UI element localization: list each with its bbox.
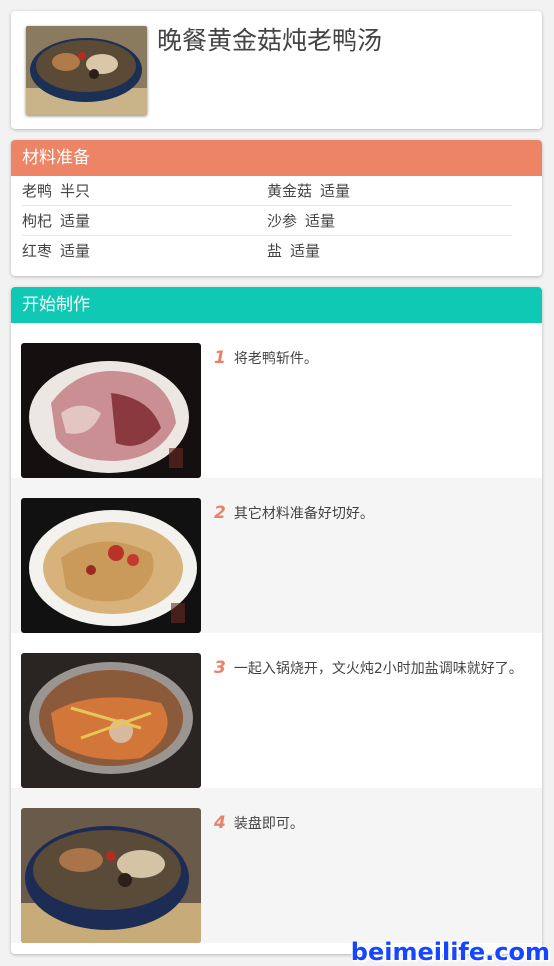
ingredient-name: 老鸭 — [22, 182, 53, 200]
step-number: 2 — [214, 503, 226, 523]
ingredient-name: 黄金菇 — [267, 182, 313, 200]
ingredient-qty: 适量 — [60, 242, 91, 260]
ingredient-item: 老鸭 半只 — [22, 180, 267, 201]
site-watermark: beimeilife.com — [350, 938, 550, 966]
step-number: 3 — [214, 658, 226, 678]
ingredient-item: 盐适量 — [267, 240, 512, 261]
step-description: 3 一起入锅烧开，文火炖2小时加盐调味就好了。 — [214, 657, 528, 680]
step-photo[interactable] — [21, 343, 201, 478]
ingredient-name: 枸杞 — [22, 212, 53, 230]
steps-header: 开始制作 — [11, 287, 542, 323]
ingredient-name: 红枣 — [22, 242, 53, 260]
ingredient-row: 老鸭 半只 黄金菇 适量 — [22, 176, 512, 206]
step-photo[interactable] — [21, 653, 201, 788]
ingredient-name: 盐 — [267, 242, 283, 260]
recipe-title: 晚餐黄金菇炖老鸭汤 — [157, 26, 383, 55]
step-text: 一起入锅烧开，文火炖2小时加盐调味就好了。 — [233, 661, 523, 677]
ingredient-qty: 适量 — [290, 242, 321, 260]
step-item: 3 一起入锅烧开，文火炖2小时加盐调味就好了。 — [11, 633, 542, 788]
ingredient-qty: 适量 — [305, 212, 336, 230]
steps-list: 1 将老鸭斩件。 2 其它材料准备好切好。 3 一起入锅烧开，文火炖2小时加盐调… — [11, 323, 542, 943]
step-text: 将老鸭斩件。 — [233, 351, 318, 367]
ingredient-row: 红枣 适量 盐适量 — [22, 236, 512, 265]
recipe-thumbnail[interactable] — [26, 26, 147, 115]
ingredient-row: 枸杞 适量 沙参 适量 — [22, 206, 512, 236]
ingredients-list: 老鸭 半只 黄金菇 适量 枸杞 适量 沙参 适量 红枣 适量 盐适量 — [22, 176, 531, 265]
step-description: 2 其它材料准备好切好。 — [214, 502, 528, 525]
step-photo[interactable] — [21, 808, 201, 943]
step-text: 其它材料准备好切好。 — [233, 506, 374, 522]
step-item: 2 其它材料准备好切好。 — [11, 478, 542, 633]
ingredients-card: 材料准备 老鸭 半只 黄金菇 适量 枸杞 适量 沙参 适量 红枣 适量 盐适量 — [11, 140, 542, 276]
step-item: 4 装盘即可。 — [11, 788, 542, 943]
step-text: 装盘即可。 — [233, 816, 304, 832]
ingredient-qty: 适量 — [60, 212, 91, 230]
ingredient-item: 红枣 适量 — [22, 240, 267, 261]
step-description: 4 装盘即可。 — [214, 812, 528, 835]
step-photo[interactable] — [21, 498, 201, 633]
ingredient-item: 沙参 适量 — [267, 210, 512, 231]
ingredient-qty: 适量 — [320, 182, 351, 200]
ingredient-item: 黄金菇 适量 — [267, 180, 512, 201]
ingredients-header: 材料准备 — [11, 140, 542, 176]
step-number: 1 — [214, 348, 226, 368]
ingredient-name: 沙参 — [267, 212, 298, 230]
recipe-header-card: 晚餐黄金菇炖老鸭汤 — [11, 11, 542, 129]
ingredient-item: 枸杞 适量 — [22, 210, 267, 231]
step-item: 1 将老鸭斩件。 — [11, 323, 542, 478]
step-description: 1 将老鸭斩件。 — [214, 347, 528, 370]
ingredient-qty: 半只 — [60, 182, 91, 200]
step-number: 4 — [214, 813, 226, 833]
steps-card: 开始制作 1 将老鸭斩件。 2 其它材料准备好切好。 3 一起入锅烧开，文火炖2… — [11, 287, 542, 954]
